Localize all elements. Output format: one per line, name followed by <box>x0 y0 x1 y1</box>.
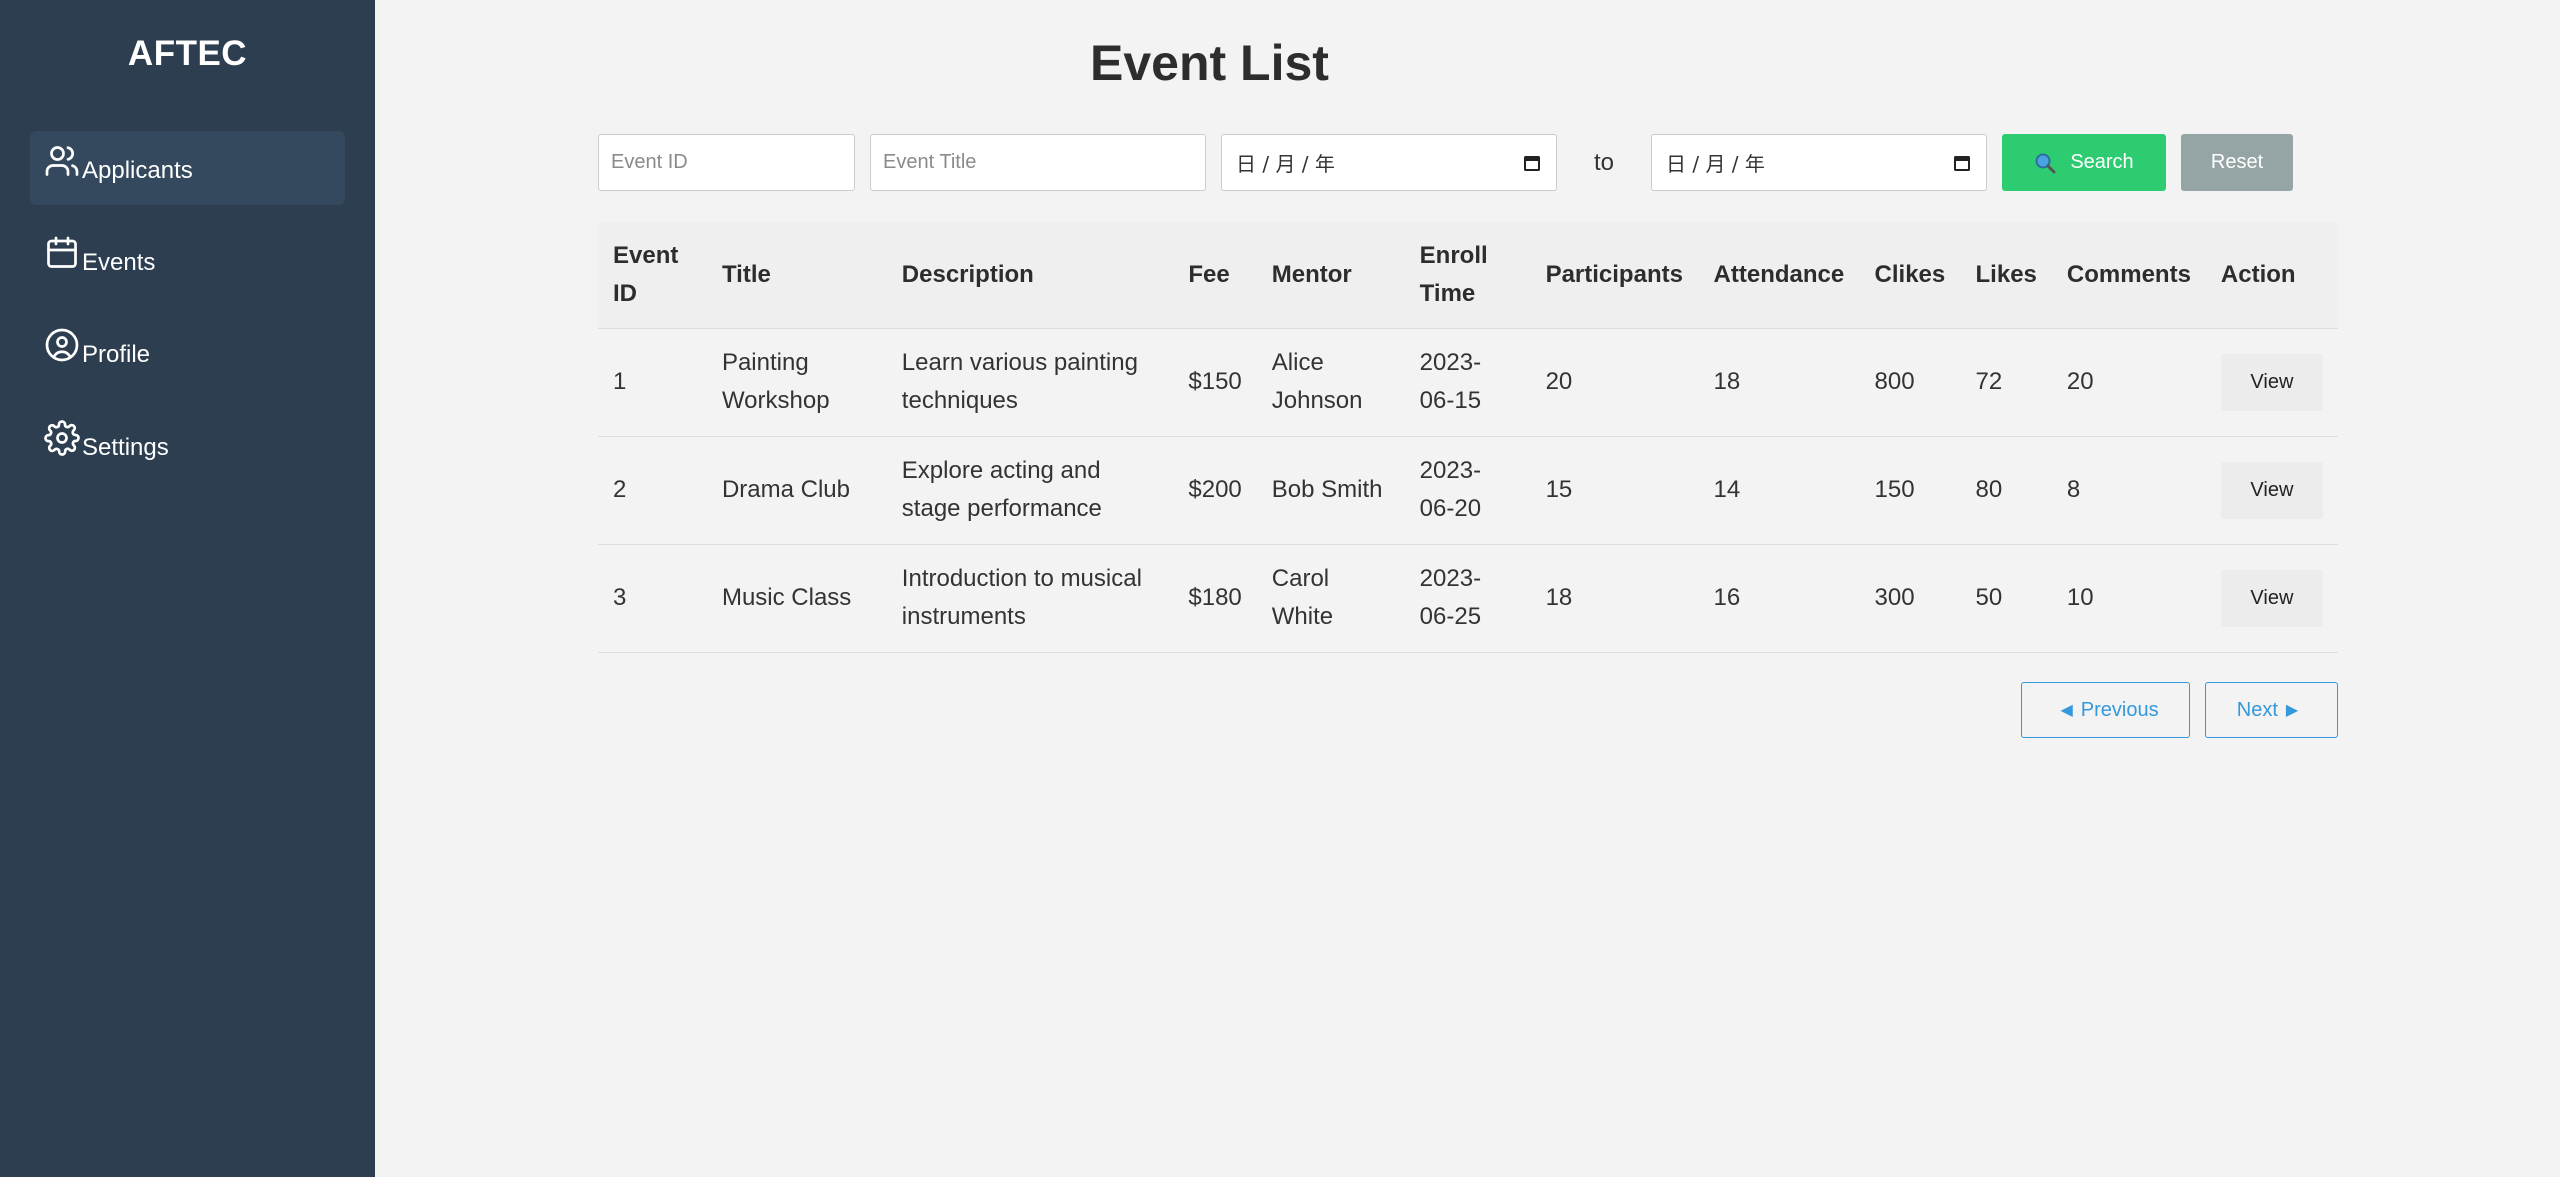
calendar-picker-icon[interactable] <box>1952 153 1972 173</box>
brand-logo: AFTEC <box>127 34 248 73</box>
cell-participants: 18 <box>1545 584 1573 611</box>
cell-likes: 80 <box>1975 476 2003 503</box>
table-row: 1 Painting Workshop Learn various painti… <box>598 328 2338 436</box>
cell-enroll-time: 2023-06-15 <box>1419 349 1482 414</box>
cell-participants: 20 <box>1545 368 1573 395</box>
page-title: Event List <box>1090 35 1329 91</box>
date-from-input[interactable]: 日 / 月 / 年 <box>1221 134 1557 191</box>
cell-title: Music Class <box>721 584 852 611</box>
gear-icon <box>44 420 80 456</box>
events-table: Event ID Title Description Fee Mentor En… <box>598 222 2338 653</box>
next-page-button[interactable]: Next ▶ <box>2205 682 2338 738</box>
column-header: Clikes <box>1874 260 1946 288</box>
column-header: Action <box>2220 260 2296 288</box>
sidebar-item-label: Events <box>82 249 156 276</box>
view-button[interactable]: View <box>2220 569 2323 627</box>
cell-fee: $150 <box>1188 368 1242 395</box>
arrow-right-icon: ▶ <box>2285 702 2299 719</box>
cell-action: View <box>2206 436 2338 544</box>
column-header: Mentor <box>1271 260 1352 288</box>
table-row: 2 Drama Club Explore acting and stage pe… <box>598 436 2338 544</box>
column-header: Event ID <box>613 241 679 307</box>
arrow-left-icon: ◀ <box>2060 702 2073 719</box>
sidebar: AFTEC Applicants Events Profile Settings <box>0 0 375 1177</box>
view-button[interactable]: View <box>2220 353 2323 411</box>
cell-event-id: 1 <box>613 368 627 395</box>
cell-event-id: 3 <box>613 584 627 611</box>
cell-attendance: 18 <box>1713 368 1741 395</box>
date-to-input[interactable]: 日 / 月 / 年 <box>1651 134 1987 191</box>
cell-fee: $200 <box>1188 476 1242 503</box>
date-range-separator: to <box>1594 149 1615 176</box>
search-button-label: Search <box>2070 151 2134 173</box>
sidebar-item-label: Settings <box>82 434 169 461</box>
users-icon <box>44 143 80 179</box>
cell-comments: 20 <box>2066 368 2094 395</box>
column-header: Description <box>901 260 1034 288</box>
previous-page-button[interactable]: ◀ Previous <box>2021 682 2190 738</box>
table-header-row: Event ID Title Description Fee Mentor En… <box>598 222 2338 328</box>
cell-mentor: Carol White <box>1271 565 1334 630</box>
cell-enroll-time: 2023-06-20 <box>1419 457 1482 522</box>
cell-attendance: 14 <box>1713 476 1741 503</box>
sidebar-item-label: Applicants <box>82 157 193 184</box>
column-header: Attendance <box>1713 260 1845 288</box>
column-header: Participants <box>1545 260 1683 288</box>
calendar-icon <box>44 235 80 271</box>
date-from-placeholder: 日 / 月 / 年 <box>1236 152 1335 176</box>
calendar-picker-icon[interactable] <box>1522 153 1542 173</box>
sidebar-item-applicants[interactable]: Applicants <box>30 131 345 205</box>
user-circle-icon <box>44 327 80 363</box>
cell-fee: $180 <box>1188 584 1242 611</box>
search-icon <box>2034 152 2056 174</box>
table-row: 3 Music Class Introduction to musical in… <box>598 544 2338 652</box>
column-header: Comments <box>2066 260 2191 288</box>
cell-likes: 72 <box>1975 368 2003 395</box>
sidebar-item-settings[interactable]: Settings <box>30 408 345 482</box>
cell-description: Introduction to musical instruments <box>901 565 1142 630</box>
cell-clikes: 150 <box>1874 476 1915 503</box>
column-header: Enroll Time <box>1419 241 1488 307</box>
column-header: Title <box>721 260 771 288</box>
cell-mentor: Alice Johnson <box>1271 349 1363 414</box>
cell-clikes: 800 <box>1874 368 1915 395</box>
cell-event-id: 2 <box>613 476 627 503</box>
cell-title: Painting Workshop <box>721 349 830 414</box>
cell-comments: 10 <box>2066 584 2094 611</box>
column-header: Fee <box>1188 260 1230 288</box>
cell-likes: 50 <box>1975 584 2003 611</box>
cell-action: View <box>2206 544 2338 652</box>
reset-button[interactable]: Reset <box>2181 134 2293 191</box>
next-page-label: Next <box>2236 698 2278 721</box>
sidebar-item-events[interactable]: Events <box>30 223 345 297</box>
sidebar-item-label: Profile <box>82 341 151 368</box>
search-button[interactable]: Search <box>2002 134 2166 191</box>
cell-comments: 8 <box>2066 476 2081 503</box>
cell-description: Learn various painting techniques <box>901 349 1138 414</box>
cell-clikes: 300 <box>1874 584 1915 611</box>
cell-description: Explore acting and stage performance <box>901 457 1102 522</box>
event-id-input[interactable] <box>598 134 855 191</box>
cell-title: Drama Club <box>721 476 850 503</box>
cell-attendance: 16 <box>1713 584 1741 611</box>
event-title-input[interactable] <box>870 134 1206 191</box>
previous-page-label: Previous <box>2080 698 2159 721</box>
column-header: Likes <box>1975 260 2037 288</box>
view-button[interactable]: View <box>2220 461 2323 519</box>
cell-participants: 15 <box>1545 476 1573 503</box>
cell-mentor: Bob Smith <box>1271 476 1383 503</box>
sidebar-item-profile[interactable]: Profile <box>30 315 345 389</box>
cell-enroll-time: 2023-06-25 <box>1419 565 1482 630</box>
date-to-placeholder: 日 / 月 / 年 <box>1666 152 1765 176</box>
cell-action: View <box>2206 328 2338 436</box>
